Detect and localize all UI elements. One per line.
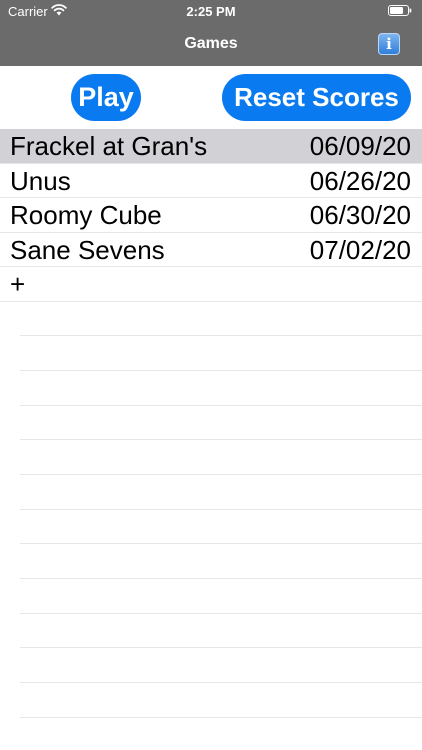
empty-row [20,614,422,649]
battery-icon [388,5,412,16]
game-row[interactable]: Roomy Cube 06/30/20 [0,198,422,233]
add-icon: + [10,269,26,299]
empty-row [20,440,422,475]
game-date: 07/02/20 [309,234,411,265]
game-date: 06/26/20 [309,165,411,196]
empty-row [20,475,422,510]
empty-row [20,336,422,371]
game-name: Frackel at Gran's [10,131,208,161]
games-screen: Carrier 2:25 PM Games i Play Reset Score… [0,0,422,750]
status-bar: Carrier 2:25 PM [0,0,422,22]
status-time: 2:25 PM [186,4,236,19]
play-button[interactable]: Play [71,74,141,121]
game-name: Unus [10,165,71,196]
game-row[interactable]: Frackel at Gran's 06/09/20 [0,129,422,164]
empty-row [20,510,422,545]
reset-scores-button[interactable]: Reset Scores [222,74,411,121]
empty-row [20,579,422,614]
game-name: Roomy Cube [10,200,162,230]
info-button[interactable]: i [378,33,400,55]
nav-title: Games [184,35,238,52]
empty-row [20,648,422,684]
add-game-row[interactable]: + [0,267,422,302]
empty-row [20,406,422,441]
empty-row [20,371,422,406]
game-date: 06/30/20 [309,200,411,230]
info-icon: i [386,35,392,53]
game-name: Sane Sevens [10,234,165,265]
navigation-bar: Games i [0,22,422,66]
games-list: Frackel at Gran's 06/09/20 Unus 06/26/20… [0,129,422,718]
empty-row [20,544,422,579]
game-row[interactable]: Unus 06/26/20 [0,164,422,198]
game-date: 06/09/20 [309,131,411,161]
empty-row [20,302,422,337]
game-row[interactable]: Sane Sevens 07/02/20 [0,233,422,267]
empty-row [20,683,422,718]
